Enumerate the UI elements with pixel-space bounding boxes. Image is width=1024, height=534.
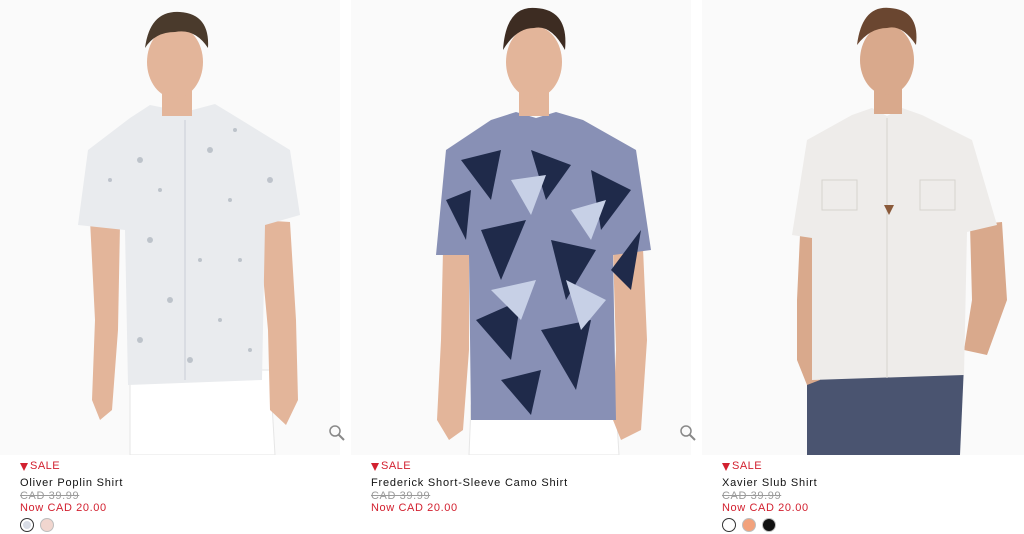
magnifier-icon[interactable] — [328, 424, 346, 442]
color-swatch[interactable] — [20, 518, 34, 532]
original-price: CAD 39.99 — [20, 490, 80, 502]
sale-badge: SALE — [722, 460, 818, 473]
product-image[interactable] — [351, 0, 691, 455]
color-swatch[interactable] — [722, 518, 736, 532]
magnifier-icon[interactable] — [679, 424, 697, 442]
color-swatch[interactable] — [762, 518, 776, 532]
sale-price: Now CAD 20.00 — [371, 502, 458, 514]
down-triangle-icon — [20, 462, 28, 471]
product-name[interactable]: Xavier Slub Shirt — [722, 476, 818, 490]
color-swatches — [722, 518, 818, 532]
color-swatches — [20, 518, 123, 532]
product-card: SALE Frederick Short-Sleeve Camo Shirt C… — [351, 0, 696, 534]
down-triangle-icon — [371, 462, 379, 471]
sale-badge: SALE — [20, 460, 123, 473]
original-price: CAD 39.99 — [722, 490, 782, 502]
product-info: SALE Frederick Short-Sleeve Camo Shirt C… — [371, 460, 568, 514]
sale-price: Now CAD 20.00 — [20, 502, 107, 514]
product-name[interactable]: Oliver Poplin Shirt — [20, 476, 123, 490]
sale-label: SALE — [30, 460, 61, 472]
product-grid: SALE Oliver Poplin Shirt CAD 39.99 Now C… — [0, 0, 1024, 534]
sale-label: SALE — [381, 460, 412, 472]
color-swatch[interactable] — [742, 518, 756, 532]
product-image[interactable] — [702, 0, 1024, 455]
product-info: SALE Xavier Slub Shirt CAD 39.99 Now CAD… — [722, 460, 818, 532]
sale-label: SALE — [732, 460, 763, 472]
color-swatch[interactable] — [40, 518, 54, 532]
original-price: CAD 39.99 — [371, 490, 431, 502]
product-name[interactable]: Frederick Short-Sleeve Camo Shirt — [371, 476, 568, 490]
product-card: SALE Xavier Slub Shirt CAD 39.99 Now CAD… — [702, 0, 1024, 534]
product-info: SALE Oliver Poplin Shirt CAD 39.99 Now C… — [20, 460, 123, 532]
down-triangle-icon — [722, 462, 730, 471]
product-card: SALE Oliver Poplin Shirt CAD 39.99 Now C… — [0, 0, 345, 534]
sale-badge: SALE — [371, 460, 568, 473]
sale-price: Now CAD 20.00 — [722, 502, 809, 514]
product-image[interactable] — [0, 0, 340, 455]
